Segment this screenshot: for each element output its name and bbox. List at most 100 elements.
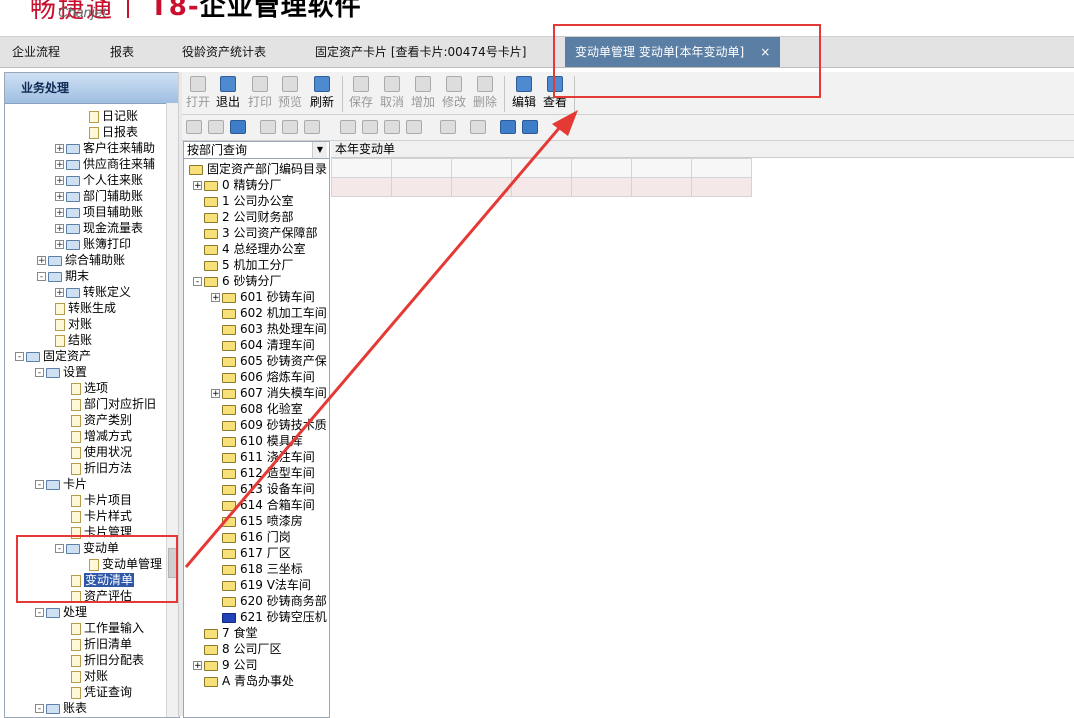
cut-icon[interactable] [260,120,276,134]
expand-toggle-icon[interactable]: + [193,181,202,191]
department-tree-item[interactable]: 1 公司办公室 [193,193,293,209]
grid-cell[interactable] [571,177,632,197]
funnel-filter-icon[interactable] [440,120,456,134]
expand-toggle-icon[interactable]: + [211,389,220,399]
department-tree-item[interactable]: 620 砂铸商务部 [211,593,327,609]
tab-reports[interactable]: 报表 [110,37,134,67]
expand-toggle-icon[interactable]: - [35,704,44,714]
nav-tree-item[interactable]: + 项目辅助账 [55,204,143,220]
nav-tree-item[interactable]: + 客户往来辅助 [55,140,155,156]
nav-tree-item[interactable]: - 固定资产 [15,348,91,364]
nav-tree-item[interactable]: 日报表 [89,124,138,140]
department-tree-item[interactable]: 603 热处理车间 [211,321,327,337]
grid-cell[interactable] [451,177,512,197]
expand-toggle-icon[interactable]: - [35,480,44,490]
expand-toggle-icon[interactable]: - [35,368,44,378]
department-tree-item[interactable]: 615 喷漆房 [211,513,303,529]
nav-tree-item[interactable]: 对账 [55,316,92,332]
department-tree-item[interactable]: 621 砂铸空压机 [211,609,327,625]
grid-cell[interactable] [331,158,392,178]
grid-cell[interactable] [511,158,572,178]
grid-cell[interactable] [391,177,452,197]
print-button[interactable]: 打印 [246,76,274,110]
department-tree-item[interactable]: 614 合箱车间 [211,497,315,513]
copy-icon[interactable] [282,120,298,134]
nav-tree-item[interactable]: 凭证查询 [71,684,132,700]
nav-tree-item[interactable]: 卡片管理 [71,524,132,540]
open-button[interactable]: 打开 [184,76,212,110]
grid-cell[interactable] [511,177,572,197]
grid-cell[interactable] [451,158,512,178]
nav-tree-item[interactable]: 资产评估 [71,588,132,604]
department-tree-item[interactable]: +601 砂铸车间 [211,289,315,305]
department-tree-item[interactable]: 7 食堂 [193,625,257,641]
department-tree-item[interactable]: 606 熔炼车间 [211,369,315,385]
nav-tree-item[interactable]: 部门对应折旧 [71,396,156,412]
grid-cell[interactable] [571,158,632,178]
view-button[interactable]: 查看 [541,76,569,110]
department-tree-item[interactable]: 5 机加工分厂 [193,257,293,273]
nav-tree-item[interactable]: - 设置 [35,364,87,380]
nav-tree-item[interactable]: - 处理 [35,604,87,620]
department-tree-item[interactable]: 618 三坐标 [211,561,303,577]
department-tree-item[interactable]: A 青岛办事处 [193,673,294,689]
department-tree-item[interactable]: 609 砂铸技术质 [211,417,327,433]
nav-tree-item[interactable]: - 卡片 [35,476,87,492]
department-tree-item[interactable]: 611 浇注车间 [211,449,315,465]
nav-tree-item[interactable]: 折旧方法 [71,460,132,476]
grid-cell[interactable] [691,177,752,197]
nav-tree-item[interactable]: + 转账定义 [55,284,131,300]
department-tree-item[interactable]: 610 模具库 [211,433,303,449]
exit-button[interactable]: 退出 [214,76,242,110]
nav-tree-item[interactable]: 增减方式 [71,428,132,444]
expand-toggle-icon[interactable]: + [55,176,64,186]
expand-toggle-icon[interactable]: - [35,608,44,618]
modify-button[interactable]: 修改 [440,76,468,110]
grid-cell[interactable] [631,177,692,197]
expand-toggle-icon[interactable]: + [55,144,64,154]
nav-tree-item[interactable]: 卡片项目 [71,492,132,508]
nav-tree-item[interactable]: 使用状况 [71,444,132,460]
department-tree-item[interactable]: 616 门岗 [211,529,291,545]
prev-record-icon[interactable] [362,120,378,134]
grid-color-icon[interactable] [522,120,538,134]
nav-tree-item[interactable]: 折旧清单 [71,636,132,652]
expand-toggle-icon[interactable]: + [211,293,220,303]
expand-toggle-icon[interactable]: + [193,661,202,671]
expand-toggle-icon[interactable]: + [37,256,46,266]
tab-enterprise-flow[interactable]: 企业流程 [12,37,60,67]
next-record-icon[interactable] [384,120,400,134]
nav-tree-item[interactable]: 工作量输入 [71,620,144,636]
grid-cell[interactable] [691,158,752,178]
department-tree-item[interactable]: 固定资产部门编码目录 [189,161,327,177]
department-tree-item[interactable]: +607 消失模车间 [211,385,327,401]
department-tree-item[interactable]: 8 公司厂区 [193,641,281,657]
nav-tree-item[interactable]: 转账生成 [55,300,116,316]
department-tree-item[interactable]: 604 清理车间 [211,337,315,353]
columns-icon[interactable] [470,120,486,134]
cancel-button[interactable]: 取消 [378,76,406,110]
edit-button[interactable]: 编辑 [510,76,538,110]
first-record-icon[interactable] [340,120,356,134]
expand-toggle-icon[interactable]: + [55,240,64,250]
nav-tree-item[interactable]: + 个人往来账 [55,172,143,188]
close-icon[interactable]: × [760,45,770,59]
nav-tree-item[interactable]: + 供应商往来辅 [55,156,155,172]
expand-toggle-icon[interactable]: + [55,208,64,218]
nav-tree-item[interactable]: 折旧分配表 [71,652,144,668]
expand-toggle-icon[interactable]: - [193,277,202,287]
nav-tree-item[interactable]: - 账表 [35,700,87,716]
nav-tree-item[interactable]: 结账 [55,332,92,348]
department-tree-item[interactable]: +0 精铸分厂 [193,177,281,193]
department-tree-item[interactable]: +9 公司 [193,657,257,673]
nav-tree-item[interactable]: 变动清单 [71,572,135,588]
nav-tree-item[interactable]: 资产类别 [71,412,132,428]
last-record-icon[interactable] [406,120,422,134]
tab-asset-card[interactable]: 固定资产卡片 [查看卡片:00474号卡片] [315,37,526,67]
department-tree-item[interactable]: 617 厂区 [211,545,291,561]
expand-toggle-icon[interactable]: + [55,192,64,202]
nav-tree-item[interactable]: - 期末 [37,268,89,284]
nav-tree-item[interactable]: + 综合辅助账 [37,252,125,268]
nav-tree-item[interactable]: + 账簿打印 [55,236,131,252]
refresh-button[interactable]: 刷新 [308,76,336,110]
